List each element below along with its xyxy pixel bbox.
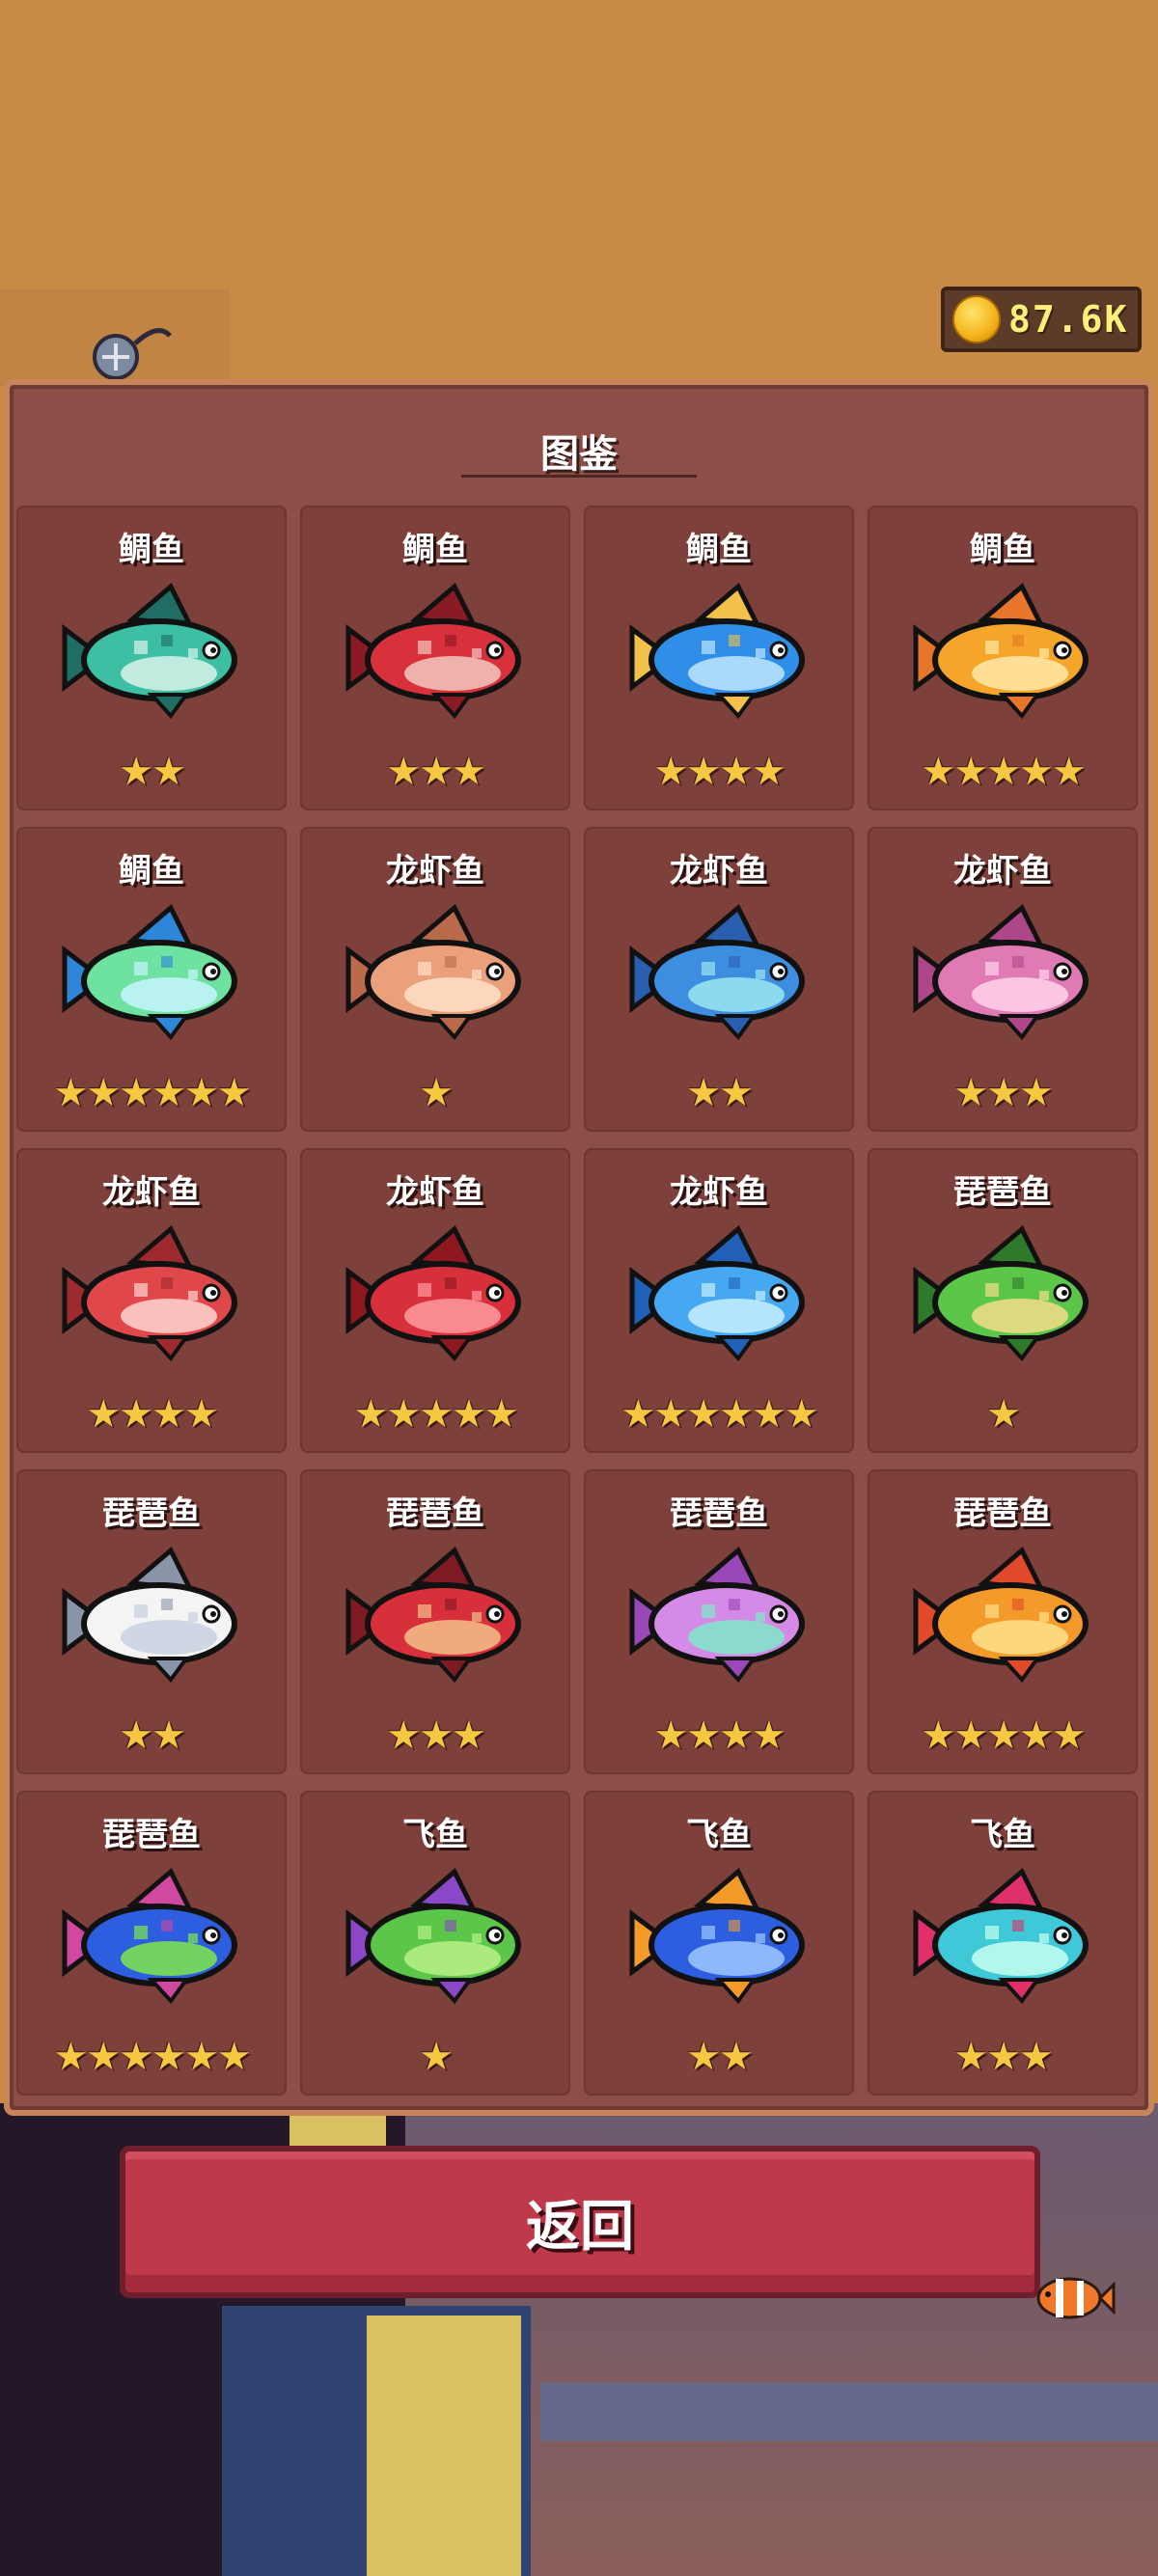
fish-sprite-icon <box>913 1547 1089 1684</box>
fish-sprite-icon <box>913 904 1089 1041</box>
fish-name: 鲷鱼 <box>686 531 752 569</box>
gold-coin-icon <box>952 295 1001 343</box>
star-rating: ★★★★★★ <box>53 2035 251 2079</box>
star-rating: ★★★★★★ <box>620 1392 818 1437</box>
star-rating: ★★★ <box>953 1071 1054 1115</box>
fish-name: 鲷鱼 <box>119 852 184 891</box>
fish-card[interactable]: 飞鱼 ★★★ <box>868 1791 1138 2096</box>
fish-sprite-icon <box>629 1868 805 2005</box>
fish-name: 龙虾鱼 <box>386 852 484 891</box>
fish-name: 飞鱼 <box>970 1816 1035 1854</box>
fish-card[interactable]: 鲷鱼 ★★★★★ <box>868 506 1138 810</box>
fish-sprite-icon <box>629 1225 805 1362</box>
fish-sprite-icon <box>345 1868 521 2005</box>
fish-sprite-icon <box>345 1547 521 1684</box>
fish-card[interactable]: 琵琶鱼 ★★★★★ <box>868 1469 1138 1774</box>
fish-sprite-icon <box>345 583 521 720</box>
fish-sprite-icon <box>62 904 237 1041</box>
fish-name: 龙虾鱼 <box>670 1173 768 1212</box>
coin-amount: 87.6K <box>1008 298 1129 341</box>
fish-name: 飞鱼 <box>686 1816 752 1854</box>
panel-title: 图鉴 <box>540 432 618 477</box>
star-rating: ★★★★★ <box>921 1713 1086 1758</box>
fish-sprite-icon <box>62 583 237 720</box>
fish-sprite-icon <box>345 904 521 1041</box>
fish-card[interactable]: 龙虾鱼 ★★★ <box>868 827 1138 1132</box>
fish-card[interactable]: 飞鱼 ★★ <box>584 1791 854 2096</box>
fish-card[interactable]: 龙虾鱼 ★ <box>300 827 570 1132</box>
fish-card[interactable]: 龙虾鱼 ★★ <box>584 827 854 1132</box>
star-rating: ★★★ <box>386 750 486 794</box>
fish-name: 鲷鱼 <box>119 531 184 569</box>
fish-card[interactable]: 龙虾鱼 ★★★★★ <box>300 1148 570 1453</box>
fish-sprite-icon <box>62 1868 237 2005</box>
background-water-band <box>540 2383 1158 2441</box>
star-rating: ★★★★★ <box>353 1392 518 1437</box>
star-rating: ★★★★ <box>653 1713 786 1758</box>
star-rating: ★★★ <box>953 2035 1054 2079</box>
fish-sprite-icon <box>629 904 805 1041</box>
fish-name: 琵琶鱼 <box>102 1494 201 1533</box>
fish-sprite-icon <box>913 1225 1089 1362</box>
fish-name: 鲷鱼 <box>402 531 468 569</box>
star-rating: ★★★ <box>386 1713 486 1758</box>
fish-name: 龙虾鱼 <box>386 1173 484 1212</box>
fish-name: 龙虾鱼 <box>953 852 1052 891</box>
fish-card[interactable]: 鲷鱼 ★★★ <box>300 506 570 810</box>
star-rating: ★ <box>419 1071 454 1115</box>
back-button-label: 返回 <box>526 2195 634 2259</box>
background-sand <box>367 2316 521 2576</box>
fish-sprite-icon <box>913 583 1089 720</box>
fish-card[interactable]: 鲷鱼 ★★★★ <box>584 506 854 810</box>
fish-grid: 鲷鱼 ★★ 鲷鱼 ★★★ 鲷鱼 ★★★★ 鲷鱼 ★★★★★ 鲷鱼 ★★★★★★ 龙虾鱼 ★ 龙虾鱼 ★★ 龙… <box>16 506 1142 2097</box>
star-rating: ★★★★★ <box>921 750 1086 794</box>
star-rating: ★★ <box>686 2035 754 2079</box>
fish-sprite-icon <box>345 1225 521 1362</box>
fish-card[interactable]: 龙虾鱼 ★★★★ <box>16 1148 287 1453</box>
fish-name: 琵琶鱼 <box>386 1494 484 1533</box>
star-rating: ★★ <box>686 1071 754 1115</box>
fish-name: 琵琶鱼 <box>102 1816 201 1854</box>
fish-name: 琵琶鱼 <box>670 1494 768 1533</box>
star-rating: ★★ <box>119 750 186 794</box>
fish-card[interactable]: 琵琶鱼 ★★ <box>16 1469 287 1774</box>
fish-name: 琵琶鱼 <box>953 1494 1052 1533</box>
back-button[interactable]: 返回 <box>120 2146 1040 2298</box>
fishing-reel-icon <box>93 328 172 380</box>
fish-card[interactable]: 琵琶鱼 ★★★ <box>300 1469 570 1774</box>
fish-card[interactable]: 龙虾鱼 ★★★★★★ <box>584 1148 854 1453</box>
star-rating: ★★★★★★ <box>53 1071 251 1115</box>
fish-sprite-icon <box>62 1547 237 1684</box>
fish-name: 鲷鱼 <box>970 531 1035 569</box>
star-rating: ★ <box>986 1392 1021 1437</box>
fish-card[interactable]: 琵琶鱼 ★★★★ <box>584 1469 854 1774</box>
star-rating: ★★★★ <box>653 750 786 794</box>
fish-sprite-icon <box>913 1868 1089 2005</box>
fish-sprite-icon <box>62 1225 237 1362</box>
fish-name: 龙虾鱼 <box>102 1173 201 1212</box>
star-rating: ★★ <box>119 1713 186 1758</box>
coin-counter: 87.6K <box>941 287 1142 352</box>
fish-card[interactable]: 飞鱼 ★ <box>300 1791 570 2096</box>
fish-card[interactable]: 鲷鱼 ★★ <box>16 506 287 810</box>
fish-card[interactable]: 琵琶鱼 ★★★★★★ <box>16 1791 287 2096</box>
fish-sprite-icon <box>629 1547 805 1684</box>
star-rating: ★★★★ <box>86 1392 218 1437</box>
fish-name: 飞鱼 <box>402 1816 468 1854</box>
fish-name: 龙虾鱼 <box>670 852 768 891</box>
clownfish-icon <box>1036 2277 1116 2319</box>
fish-sprite-icon <box>629 583 805 720</box>
fish-card[interactable]: 鲷鱼 ★★★★★★ <box>16 827 287 1132</box>
title-divider <box>461 475 697 478</box>
fish-card[interactable]: 琵琶鱼 ★ <box>868 1148 1138 1453</box>
star-rating: ★ <box>419 2035 454 2079</box>
fish-name: 琵琶鱼 <box>953 1173 1052 1212</box>
